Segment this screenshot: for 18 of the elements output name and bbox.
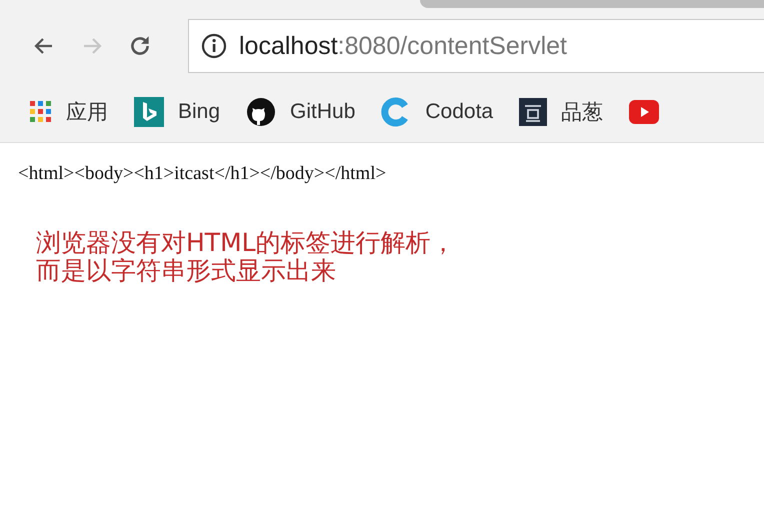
- url-path: :8080/contentServlet: [338, 32, 567, 60]
- play-icon: [629, 100, 660, 124]
- page-text: <html><body><h1>itcast</h1></body></html>: [18, 163, 388, 185]
- dark-square-icon: [519, 98, 548, 126]
- bookmark[interactable]: Codota: [381, 97, 494, 127]
- bookmark[interactable]: 应用: [30, 98, 108, 126]
- annotation-text: 浏览器没有对HTML的标签进行解析，: [36, 229, 457, 257]
- apps-grid-icon: [30, 101, 52, 123]
- url-host: localhost: [239, 32, 338, 60]
- bookmark[interactable]: Bing: [134, 97, 220, 127]
- github-icon: [246, 97, 276, 127]
- annotation-text: 而是以字符串形式显示出来: [36, 257, 337, 285]
- address-bar[interactable]: localhost:8080/contentServlet: [188, 19, 764, 73]
- bing-icon: [134, 97, 164, 127]
- bookmark[interactable]: GitHub: [246, 97, 356, 127]
- bookmark[interactable]: [629, 100, 660, 124]
- bookmark[interactable]: 品葱: [519, 98, 604, 126]
- info-icon[interactable]: [201, 33, 227, 59]
